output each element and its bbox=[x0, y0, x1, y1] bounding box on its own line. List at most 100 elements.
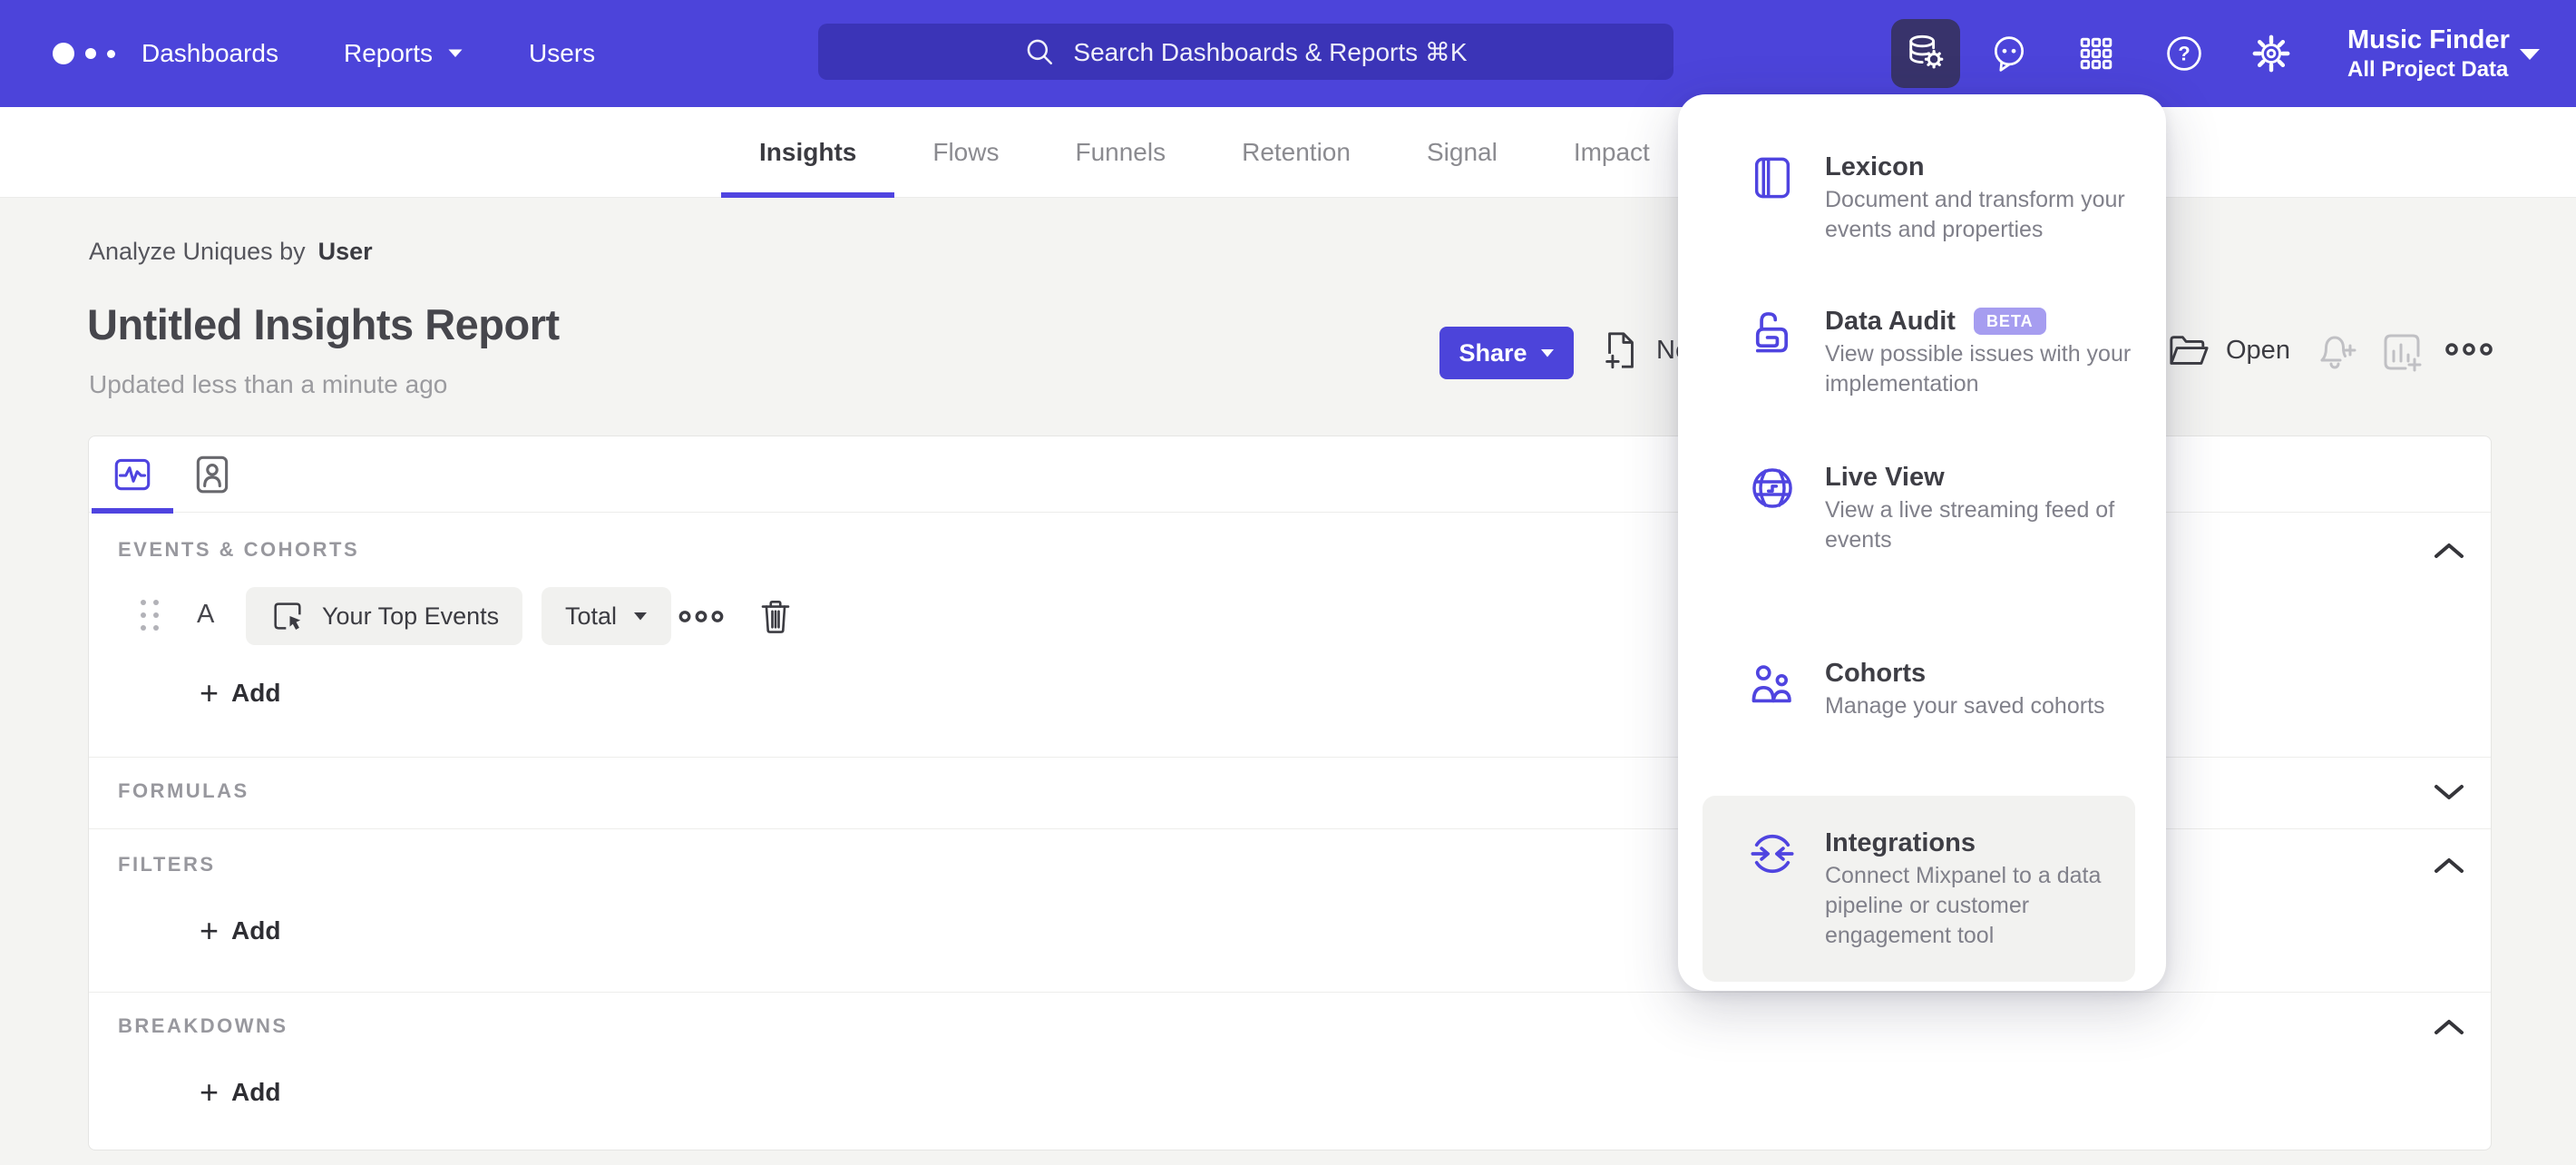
tab-funnels[interactable]: Funnels bbox=[1037, 107, 1204, 198]
tab-signal[interactable]: Signal bbox=[1389, 107, 1536, 198]
event-row-more-button[interactable] bbox=[678, 609, 724, 624]
data-management-button[interactable] bbox=[1891, 19, 1960, 88]
search-input[interactable]: Search Dashboards & Reports ⌘K bbox=[818, 24, 1673, 80]
mixpanel-insights-screen: Dashboards Reports Users Search Dashboar… bbox=[0, 0, 2576, 1165]
menu-item-title: Lexicon bbox=[1825, 152, 1925, 181]
caret-down-icon bbox=[1540, 348, 1554, 357]
report-title[interactable]: Untitled Insights Report bbox=[87, 299, 560, 349]
person-card-icon bbox=[196, 455, 229, 494]
tab-impact[interactable]: Impact bbox=[1536, 107, 1688, 198]
menu-item-lexicon[interactable]: Lexicon Document and transform your even… bbox=[1749, 151, 2125, 245]
share-label: Share bbox=[1459, 338, 1527, 367]
event-row-delete-button[interactable] bbox=[756, 597, 795, 635]
search-placeholder: Search Dashboards & Reports ⌘K bbox=[1073, 37, 1468, 66]
logo-dot-medium bbox=[85, 48, 96, 59]
integrations-sync-icon bbox=[1749, 827, 1825, 951]
updated-timestamp: Updated less than a minute ago bbox=[89, 370, 448, 398]
filters-section-label: FILTERS bbox=[118, 853, 216, 876]
formulas-expand-chevron-down-icon[interactable] bbox=[2433, 783, 2465, 801]
tab-events-view[interactable] bbox=[91, 436, 174, 513]
section-divider bbox=[89, 992, 2491, 993]
tab-flows[interactable]: Flows bbox=[894, 107, 1037, 198]
menu-item-description: View a live streaming feed of events bbox=[1825, 497, 2115, 553]
menu-item-description: Connect Mixpanel to a data pipeline or c… bbox=[1825, 863, 2102, 948]
beta-badge: BETA bbox=[1973, 308, 2046, 335]
help-icon: ? bbox=[2167, 36, 2201, 71]
add-event-button[interactable]: + Add bbox=[200, 677, 280, 710]
data-management-menu: Lexicon Document and transform your even… bbox=[1678, 94, 2166, 991]
menu-item-description: Document and transform your events and p… bbox=[1825, 187, 2125, 242]
logo-dot-large bbox=[53, 43, 74, 64]
feedback-button[interactable] bbox=[1989, 34, 2029, 73]
report-more-button[interactable] bbox=[2445, 341, 2493, 357]
add-filter-label: Add bbox=[231, 916, 281, 945]
nav-reports[interactable]: Reports bbox=[344, 39, 463, 68]
lexicon-book-icon bbox=[1749, 151, 1825, 245]
report-tabs: Insights Flows Funnels Retention Signal … bbox=[721, 107, 1688, 198]
event-name: Your Top Events bbox=[322, 602, 500, 630]
menu-item-integrations[interactable]: Integrations Connect Mixpanel to a data … bbox=[1703, 796, 2135, 982]
add-breakdown-button[interactable]: + Add bbox=[200, 1076, 280, 1109]
add-to-board-button[interactable] bbox=[2380, 330, 2424, 374]
breakdowns-collapse-chevron-up-icon[interactable] bbox=[2433, 1018, 2465, 1036]
settings-button[interactable] bbox=[2250, 33, 2292, 74]
project-switcher[interactable]: Music Finder All Project Data bbox=[2347, 0, 2510, 107]
add-filter-button[interactable]: + Add bbox=[200, 915, 280, 947]
tab-insights[interactable]: Insights bbox=[721, 107, 895, 198]
menu-item-data-audit[interactable]: Data Audit BETA View possible issues wit… bbox=[1749, 305, 2131, 399]
cohorts-people-icon bbox=[1749, 657, 1825, 721]
formulas-section-label: FORMULAS bbox=[118, 779, 249, 802]
add-breakdown-label: Add bbox=[231, 1078, 281, 1106]
analyze-line: Analyze Uniques by User bbox=[89, 238, 373, 266]
folder-open-icon bbox=[2170, 336, 2209, 365]
plus-icon: + bbox=[200, 912, 220, 949]
tab-profiles-view[interactable] bbox=[174, 436, 250, 513]
breakdowns-section-label: BREAKDOWNS bbox=[118, 1014, 288, 1037]
menu-item-title: Live View bbox=[1825, 463, 1945, 492]
menu-item-description: View possible issues with your implement… bbox=[1825, 341, 2132, 396]
add-event-label: Add bbox=[231, 679, 281, 707]
nav-users[interactable]: Users bbox=[529, 39, 595, 68]
metric-selector-chip[interactable]: Total bbox=[542, 587, 672, 645]
share-button[interactable]: Share bbox=[1439, 327, 1574, 379]
svg-text:?: ? bbox=[2178, 42, 2190, 64]
top-nav: Dashboards Reports Users Search Dashboar… bbox=[0, 0, 2576, 107]
menu-item-description: Manage your saved cohorts bbox=[1825, 693, 2105, 719]
project-name: Music Finder bbox=[2347, 25, 2510, 54]
nav-reports-label: Reports bbox=[343, 39, 434, 67]
data-audit-lock-icon bbox=[1749, 305, 1825, 399]
search-icon bbox=[1028, 39, 1053, 65]
drag-handle-icon[interactable] bbox=[141, 600, 159, 631]
active-view-underline bbox=[92, 508, 173, 514]
project-scope: All Project Data bbox=[2347, 57, 2509, 82]
project-caret-down-icon[interactable] bbox=[2518, 47, 2542, 62]
event-selector-chip[interactable]: Your Top Events bbox=[246, 587, 523, 645]
series-letter: A bbox=[197, 600, 215, 629]
menu-item-title: Cohorts bbox=[1825, 659, 1927, 688]
menu-item-title: Data Audit bbox=[1825, 307, 1956, 336]
menu-item-live-view[interactable]: Live View View a live streaming feed of … bbox=[1749, 461, 2122, 555]
bell-plus-icon bbox=[2320, 336, 2356, 369]
database-gear-icon bbox=[1909, 34, 1944, 69]
document-plus-icon bbox=[1605, 332, 1634, 369]
nav-dashboards[interactable]: Dashboards bbox=[141, 39, 278, 68]
filters-collapse-chevron-up-icon[interactable] bbox=[2433, 857, 2465, 875]
mixpanel-logo-icon[interactable] bbox=[53, 0, 115, 107]
open-label: Open bbox=[2226, 335, 2290, 365]
primary-nav: Dashboards Reports Users bbox=[141, 0, 595, 107]
add-alert-button[interactable] bbox=[2313, 330, 2356, 374]
open-report-button[interactable]: Open bbox=[2166, 329, 2290, 371]
help-button[interactable]: ? bbox=[2164, 34, 2204, 73]
logo-dot-small bbox=[107, 49, 115, 58]
more-horizontal-icon bbox=[2445, 343, 2493, 356]
apps-grid-button[interactable] bbox=[2078, 35, 2114, 72]
pulse-chart-icon bbox=[114, 458, 151, 491]
menu-item-title: Integrations bbox=[1825, 828, 1976, 857]
events-section-label: EVENTS & COHORTS bbox=[118, 538, 360, 561]
events-collapse-chevron-up-icon[interactable] bbox=[2433, 542, 2465, 560]
apps-grid-icon bbox=[2080, 37, 2113, 70]
plus-icon: + bbox=[200, 1073, 220, 1111]
tab-retention[interactable]: Retention bbox=[1204, 107, 1389, 198]
analyze-entity-selector[interactable]: User bbox=[318, 238, 373, 265]
menu-item-cohorts[interactable]: Cohorts Manage your saved cohorts bbox=[1749, 657, 2122, 721]
